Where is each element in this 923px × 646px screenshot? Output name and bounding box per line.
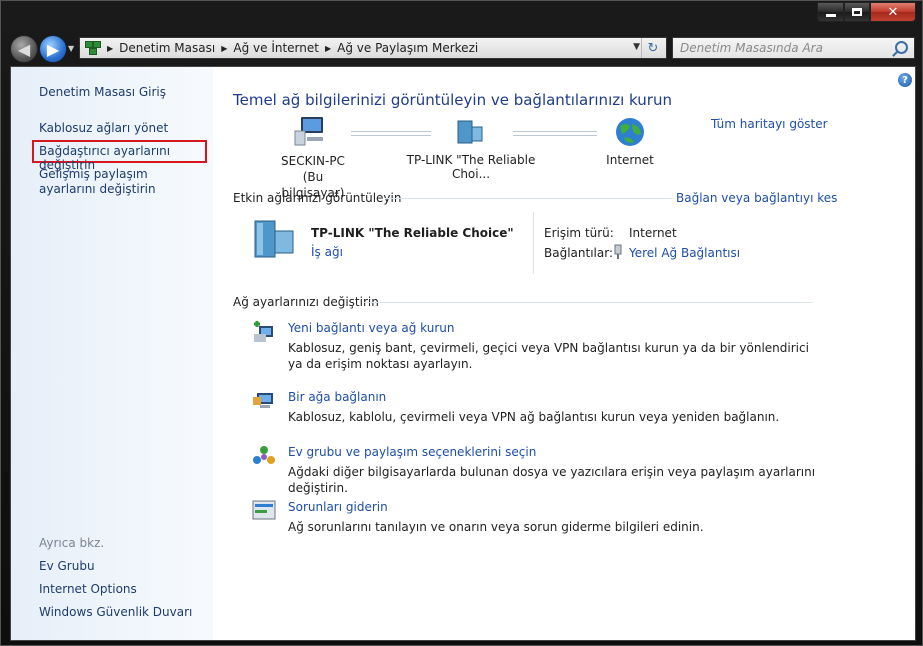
task-description: Ağdaki diğer bilgisayarlarda bulunan dos… bbox=[288, 465, 816, 495]
sidebar-item-wireless[interactable]: Kablosuz ağları yönet bbox=[39, 121, 168, 135]
connection-link[interactable]: Yerel Ağ Bağlantısı bbox=[629, 246, 740, 260]
task-description: Kablosuz, kablolu, çevirmeli veya VPN ağ… bbox=[288, 410, 780, 424]
window: ✕ ◀ ▶ ▼ ▶ Denetim Masası ▶ Ağ ve İnterne… bbox=[0, 0, 923, 646]
connections-label: Bağlantılar: bbox=[544, 246, 613, 260]
maximize-icon bbox=[852, 8, 862, 16]
task-title-link[interactable]: Sorunları giderin bbox=[288, 500, 388, 514]
task-description: Kablosuz, geniş bant, çevirmeli, geçici … bbox=[288, 341, 809, 371]
sidebar-item-firewall[interactable]: Windows Güvenlik Duvarı bbox=[39, 605, 192, 619]
divider bbox=[363, 302, 813, 303]
refresh-icon: ↻ bbox=[647, 40, 659, 56]
divider bbox=[533, 212, 534, 274]
recent-pages-dropdown-icon[interactable]: ▼ bbox=[68, 44, 74, 53]
minimize-icon bbox=[825, 14, 836, 17]
breadcrumb-item[interactable]: Ağ ve Paylaşım Merkezi bbox=[337, 41, 478, 55]
access-type-label: Erişim türü: bbox=[544, 226, 614, 240]
breadcrumb-item[interactable]: Ağ ve İnternet bbox=[233, 41, 319, 55]
breadcrumb-separator-icon: ▶ bbox=[107, 43, 114, 53]
homegroup-icon bbox=[251, 444, 277, 468]
map-node-internet[interactable]: Internet bbox=[600, 153, 660, 167]
divider bbox=[385, 198, 673, 199]
sidebar-item-homegroup[interactable]: Ev Grubu bbox=[39, 559, 95, 573]
map-node-name: SECKIN-PC bbox=[281, 154, 345, 168]
sidebar-item-advanced-sharing[interactable]: Gelişmiş paylaşım ayarlarını değiştirin bbox=[39, 167, 204, 197]
map-link-line bbox=[351, 131, 431, 136]
maximize-button[interactable] bbox=[844, 2, 870, 22]
sidebar-item-home[interactable]: Denetim Masası Giriş bbox=[39, 85, 166, 99]
see-also-heading: Ayrıca bkz. bbox=[39, 536, 105, 550]
back-button[interactable]: ◀ bbox=[10, 35, 38, 63]
map-node-network[interactable]: TP-LINK "The Reliable Choi... bbox=[391, 153, 551, 181]
main-panel: Temel ağ bilgilerinizi görüntüleyin ve b… bbox=[233, 67, 915, 640]
network-icon bbox=[454, 117, 486, 147]
connect-disconnect-link[interactable]: Bağlan veya bağlantıyı kes bbox=[676, 191, 837, 205]
globe-icon bbox=[614, 116, 646, 148]
troubleshoot-icon bbox=[251, 499, 277, 523]
search-input[interactable]: Denetim Masasında Ara bbox=[672, 37, 915, 59]
map-node-name: Internet bbox=[606, 153, 654, 167]
full-map-link[interactable]: Tüm haritayı göster bbox=[711, 117, 828, 131]
map-link-line bbox=[513, 131, 597, 136]
new-connection-icon bbox=[251, 320, 277, 344]
close-button[interactable]: ✕ bbox=[870, 2, 916, 22]
search-placeholder: Denetim Masasında Ara bbox=[680, 41, 823, 55]
breadcrumb-separator-icon: ▶ bbox=[324, 43, 332, 53]
content-area: Denetim Masası Giriş Kablosuz ağları yön… bbox=[10, 66, 916, 641]
page-title: Temel ağ bilgilerinizi görüntüleyin ve b… bbox=[233, 91, 672, 109]
sidebar-item-internet-options[interactable]: Internet Options bbox=[39, 582, 137, 596]
minimize-button[interactable] bbox=[817, 2, 844, 22]
address-dropdown-icon[interactable]: ▼ bbox=[633, 42, 640, 52]
access-type-value: Internet bbox=[629, 226, 677, 240]
connect-network-icon bbox=[251, 389, 277, 413]
network-center-icon bbox=[85, 41, 101, 55]
forward-button[interactable]: ▶ bbox=[39, 35, 67, 63]
change-settings-heading: Ağ ayarlarınızı değiştirin bbox=[233, 295, 379, 309]
network-type-link[interactable]: İş ağı bbox=[311, 245, 343, 259]
network-icon-large bbox=[249, 217, 299, 261]
task-title-link[interactable]: Bir ağa bağlanın bbox=[288, 390, 386, 404]
back-arrow-icon: ◀ bbox=[17, 39, 31, 59]
task-title-link[interactable]: Yeni bağlantı veya ağ kurun bbox=[288, 321, 454, 335]
task-description: Ağ sorunlarını tanılayın ve onarın veya … bbox=[288, 520, 704, 534]
computer-icon bbox=[293, 115, 329, 147]
network-name: TP-LINK "The Reliable Choice" bbox=[311, 226, 514, 240]
caption-buttons: ✕ bbox=[817, 2, 916, 22]
refresh-button[interactable]: ↻ bbox=[641, 38, 664, 58]
breadcrumb-separator-icon: ▶ bbox=[221, 43, 228, 53]
active-networks-heading: Etkin ağlarınızı görüntüleyin bbox=[233, 191, 402, 205]
task-title-link[interactable]: Ev grubu ve paylaşım seçeneklerini seçin bbox=[288, 445, 536, 459]
sidebar: Denetim Masası Giriş Kablosuz ağları yön… bbox=[11, 67, 213, 640]
forward-arrow-icon: ▶ bbox=[46, 39, 60, 59]
address-bar[interactable]: ▶ Denetim Masası ▶ Ağ ve İnternet ▶ Ağ v… bbox=[79, 37, 667, 59]
search-icon[interactable] bbox=[895, 41, 908, 54]
breadcrumb-item[interactable]: Denetim Masası bbox=[119, 41, 215, 55]
close-icon: ✕ bbox=[887, 4, 899, 20]
ethernet-icon bbox=[613, 244, 623, 260]
map-node-name: TP-LINK "The Reliable Choi... bbox=[406, 153, 536, 181]
